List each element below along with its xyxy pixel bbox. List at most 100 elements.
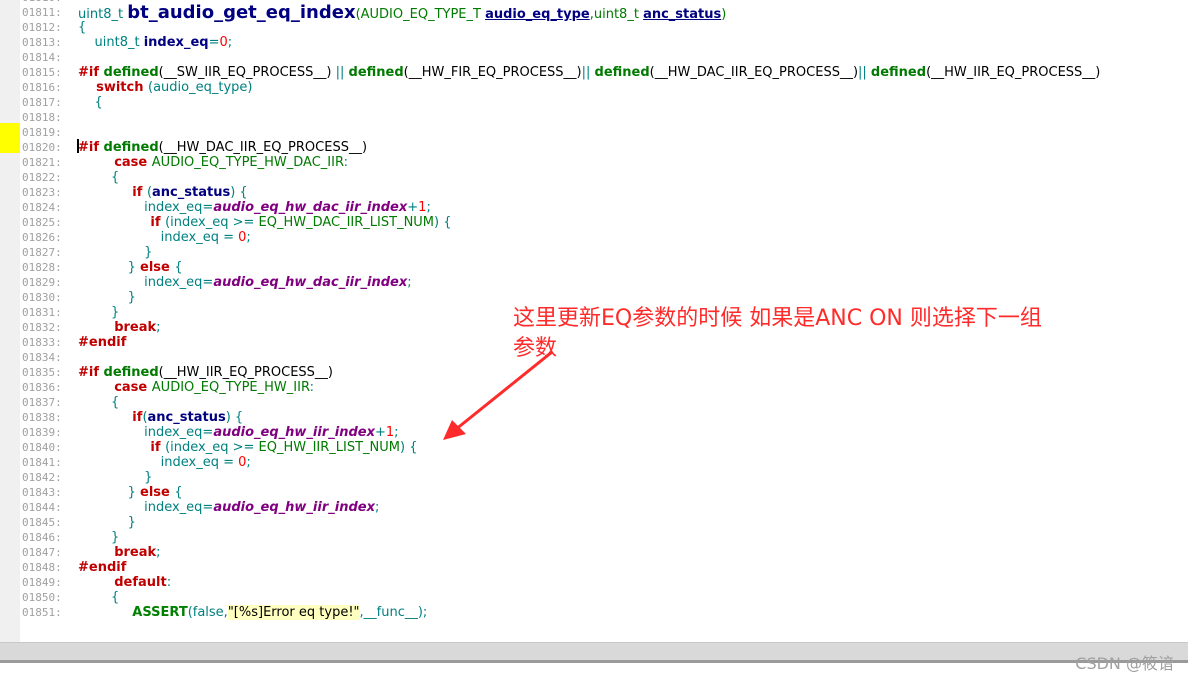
code-token: ; (394, 425, 399, 440)
code-line[interactable]: 01848: #endif (0, 560, 1188, 575)
code-text: #if defined(__SW_IIR_EQ_PROCESS__) || de… (78, 65, 1100, 80)
code-text: { (78, 170, 119, 185)
code-text: } (78, 515, 136, 530)
code-token: ; (246, 455, 251, 470)
code-token: || (335, 65, 349, 80)
code-line[interactable]: 01821: case AUDIO_EQ_TYPE_HW_DAC_IIR: (0, 155, 1188, 170)
code-text: #if defined(__HW_DAC_IIR_EQ_PROCESS__) (78, 140, 367, 155)
code-line[interactable]: 01842: } (0, 470, 1188, 485)
code-token: EQ_HW_IIR_LIST_NUM (258, 440, 401, 455)
code-token: break (78, 320, 157, 335)
code-token: (__HW_IIR_EQ_PROCESS__) (158, 365, 333, 380)
code-line[interactable]: 01841: index_eq = 0; (0, 455, 1188, 470)
line-number: 01851: (22, 606, 62, 619)
code-token: default (78, 575, 167, 590)
code-line[interactable]: 01830: } (0, 290, 1188, 305)
code-line[interactable]: 01819: (0, 125, 1188, 140)
code-line[interactable]: 01812: { (0, 20, 1188, 35)
code-line[interactable]: 01824: index_eq=audio_eq_hw_dac_iir_inde… (0, 200, 1188, 215)
code-token: audio_eq_hw_iir_index (213, 500, 375, 515)
code-line[interactable]: 01839: index_eq=audio_eq_hw_iir_index+1; (0, 425, 1188, 440)
code-text: case AUDIO_EQ_TYPE_HW_IIR: (78, 380, 314, 395)
line-number: 01820: (22, 141, 62, 154)
code-line[interactable]: 01817: { (0, 95, 1188, 110)
code-token: 1 (385, 425, 395, 440)
code-token: defined (103, 140, 159, 155)
code-text: } (78, 305, 119, 320)
code-token: EQ_HW_DAC_IIR_LIST_NUM (258, 215, 435, 230)
code-line[interactable]: 01822: { (0, 170, 1188, 185)
line-number: 01844: (22, 501, 62, 514)
code-token: #if (78, 365, 104, 380)
code-line[interactable]: 01850: { (0, 590, 1188, 605)
code-token: defined (103, 65, 159, 80)
code-line[interactable]: 01826: index_eq = 0; (0, 230, 1188, 245)
code-text: } (78, 530, 119, 545)
code-token: #endif (78, 335, 127, 350)
code-line[interactable]: 01844: index_eq=audio_eq_hw_iir_index; (0, 500, 1188, 515)
code-token: case (78, 155, 152, 170)
code-line[interactable]: 01846: } (0, 530, 1188, 545)
code-token: anc_status (147, 410, 226, 425)
code-token: + (374, 425, 386, 440)
code-line[interactable]: 01851: ASSERT(false,"[%s]Error eq type!"… (0, 605, 1188, 620)
code-token: : (166, 575, 172, 590)
line-number: 01825: (22, 216, 62, 229)
code-text: { (78, 95, 103, 110)
code-text: { (78, 20, 86, 35)
code-token: { (174, 485, 183, 500)
code-line[interactable]: 01847: break; (0, 545, 1188, 560)
line-number: 01831: (22, 306, 62, 319)
code-text: { (78, 590, 119, 605)
code-line[interactable]: 01838: if(anc_status) { (0, 410, 1188, 425)
code-token: #if (78, 65, 104, 80)
code-line[interactable]: 01811: uint8_t bt_audio_get_eq_index(AUDI… (0, 4, 1188, 23)
code-text: if(anc_status) { (78, 410, 243, 425)
line-number: 01816: (22, 81, 62, 94)
line-number: 01837: (22, 396, 62, 409)
code-token: (index_eq >= (165, 215, 259, 230)
code-line[interactable]: 01843: } else { (0, 485, 1188, 500)
code-line[interactable]: 01823: if (anc_status) { (0, 185, 1188, 200)
code-line[interactable]: 01825: if (index_eq >= EQ_HW_DAC_IIR_LIS… (0, 215, 1188, 230)
line-number: 01818: (22, 111, 62, 124)
code-token: case (78, 380, 152, 395)
line-number: 01814: (22, 51, 62, 64)
line-number: 01835: (22, 366, 62, 379)
code-token: ) { (230, 185, 248, 200)
code-line[interactable]: 01813: uint8_t index_eq=0; (0, 35, 1188, 50)
code-line[interactable]: 01829: index_eq=audio_eq_hw_dac_iir_inde… (0, 275, 1188, 290)
code-line[interactable]: 01814: (0, 50, 1188, 65)
line-number: 01843: (22, 486, 62, 499)
scrollbar-track (0, 660, 1188, 663)
code-text: } (78, 245, 152, 260)
code-line[interactable]: 01849: default: (0, 575, 1188, 590)
code-token: ; (374, 500, 380, 515)
code-text: switch (audio_eq_type) (78, 80, 252, 95)
code-token: if (78, 410, 143, 425)
code-token: { (78, 395, 120, 410)
code-token: switch (78, 80, 149, 95)
code-line[interactable]: 01835: #if defined(__HW_IIR_EQ_PROCESS__) (0, 365, 1188, 380)
code-line[interactable]: 01837: { (0, 395, 1188, 410)
code-token: ; (246, 230, 251, 245)
code-line[interactable]: 01818: (0, 110, 1188, 125)
watermark: CSDN @筱谙 (1075, 654, 1174, 673)
line-number: 01822: (22, 171, 62, 184)
code-line[interactable]: 01845: } (0, 515, 1188, 530)
line-number: 01850: (22, 591, 62, 604)
code-token: } (78, 245, 153, 260)
code-token: } (78, 290, 136, 305)
line-number: 01821: (22, 156, 62, 169)
code-token: ) { (400, 440, 418, 455)
code-line[interactable]: 01840: if (index_eq >= EQ_HW_IIR_LIST_NU… (0, 440, 1188, 455)
code-line[interactable]: 01820: #if defined(__HW_DAC_IIR_EQ_PROCES… (0, 140, 1188, 155)
code-token: if (78, 185, 147, 200)
code-line[interactable]: 01836: case AUDIO_EQ_TYPE_HW_IIR: (0, 380, 1188, 395)
line-number: 01846: (22, 531, 62, 544)
code-line[interactable]: 01815: #if defined(__SW_IIR_EQ_PROCESS__)… (0, 65, 1188, 80)
code-line[interactable]: 01816: switch (audio_eq_type) (0, 80, 1188, 95)
code-token: || (858, 65, 871, 80)
code-line[interactable]: 01828: } else { (0, 260, 1188, 275)
code-line[interactable]: 01827: } (0, 245, 1188, 260)
